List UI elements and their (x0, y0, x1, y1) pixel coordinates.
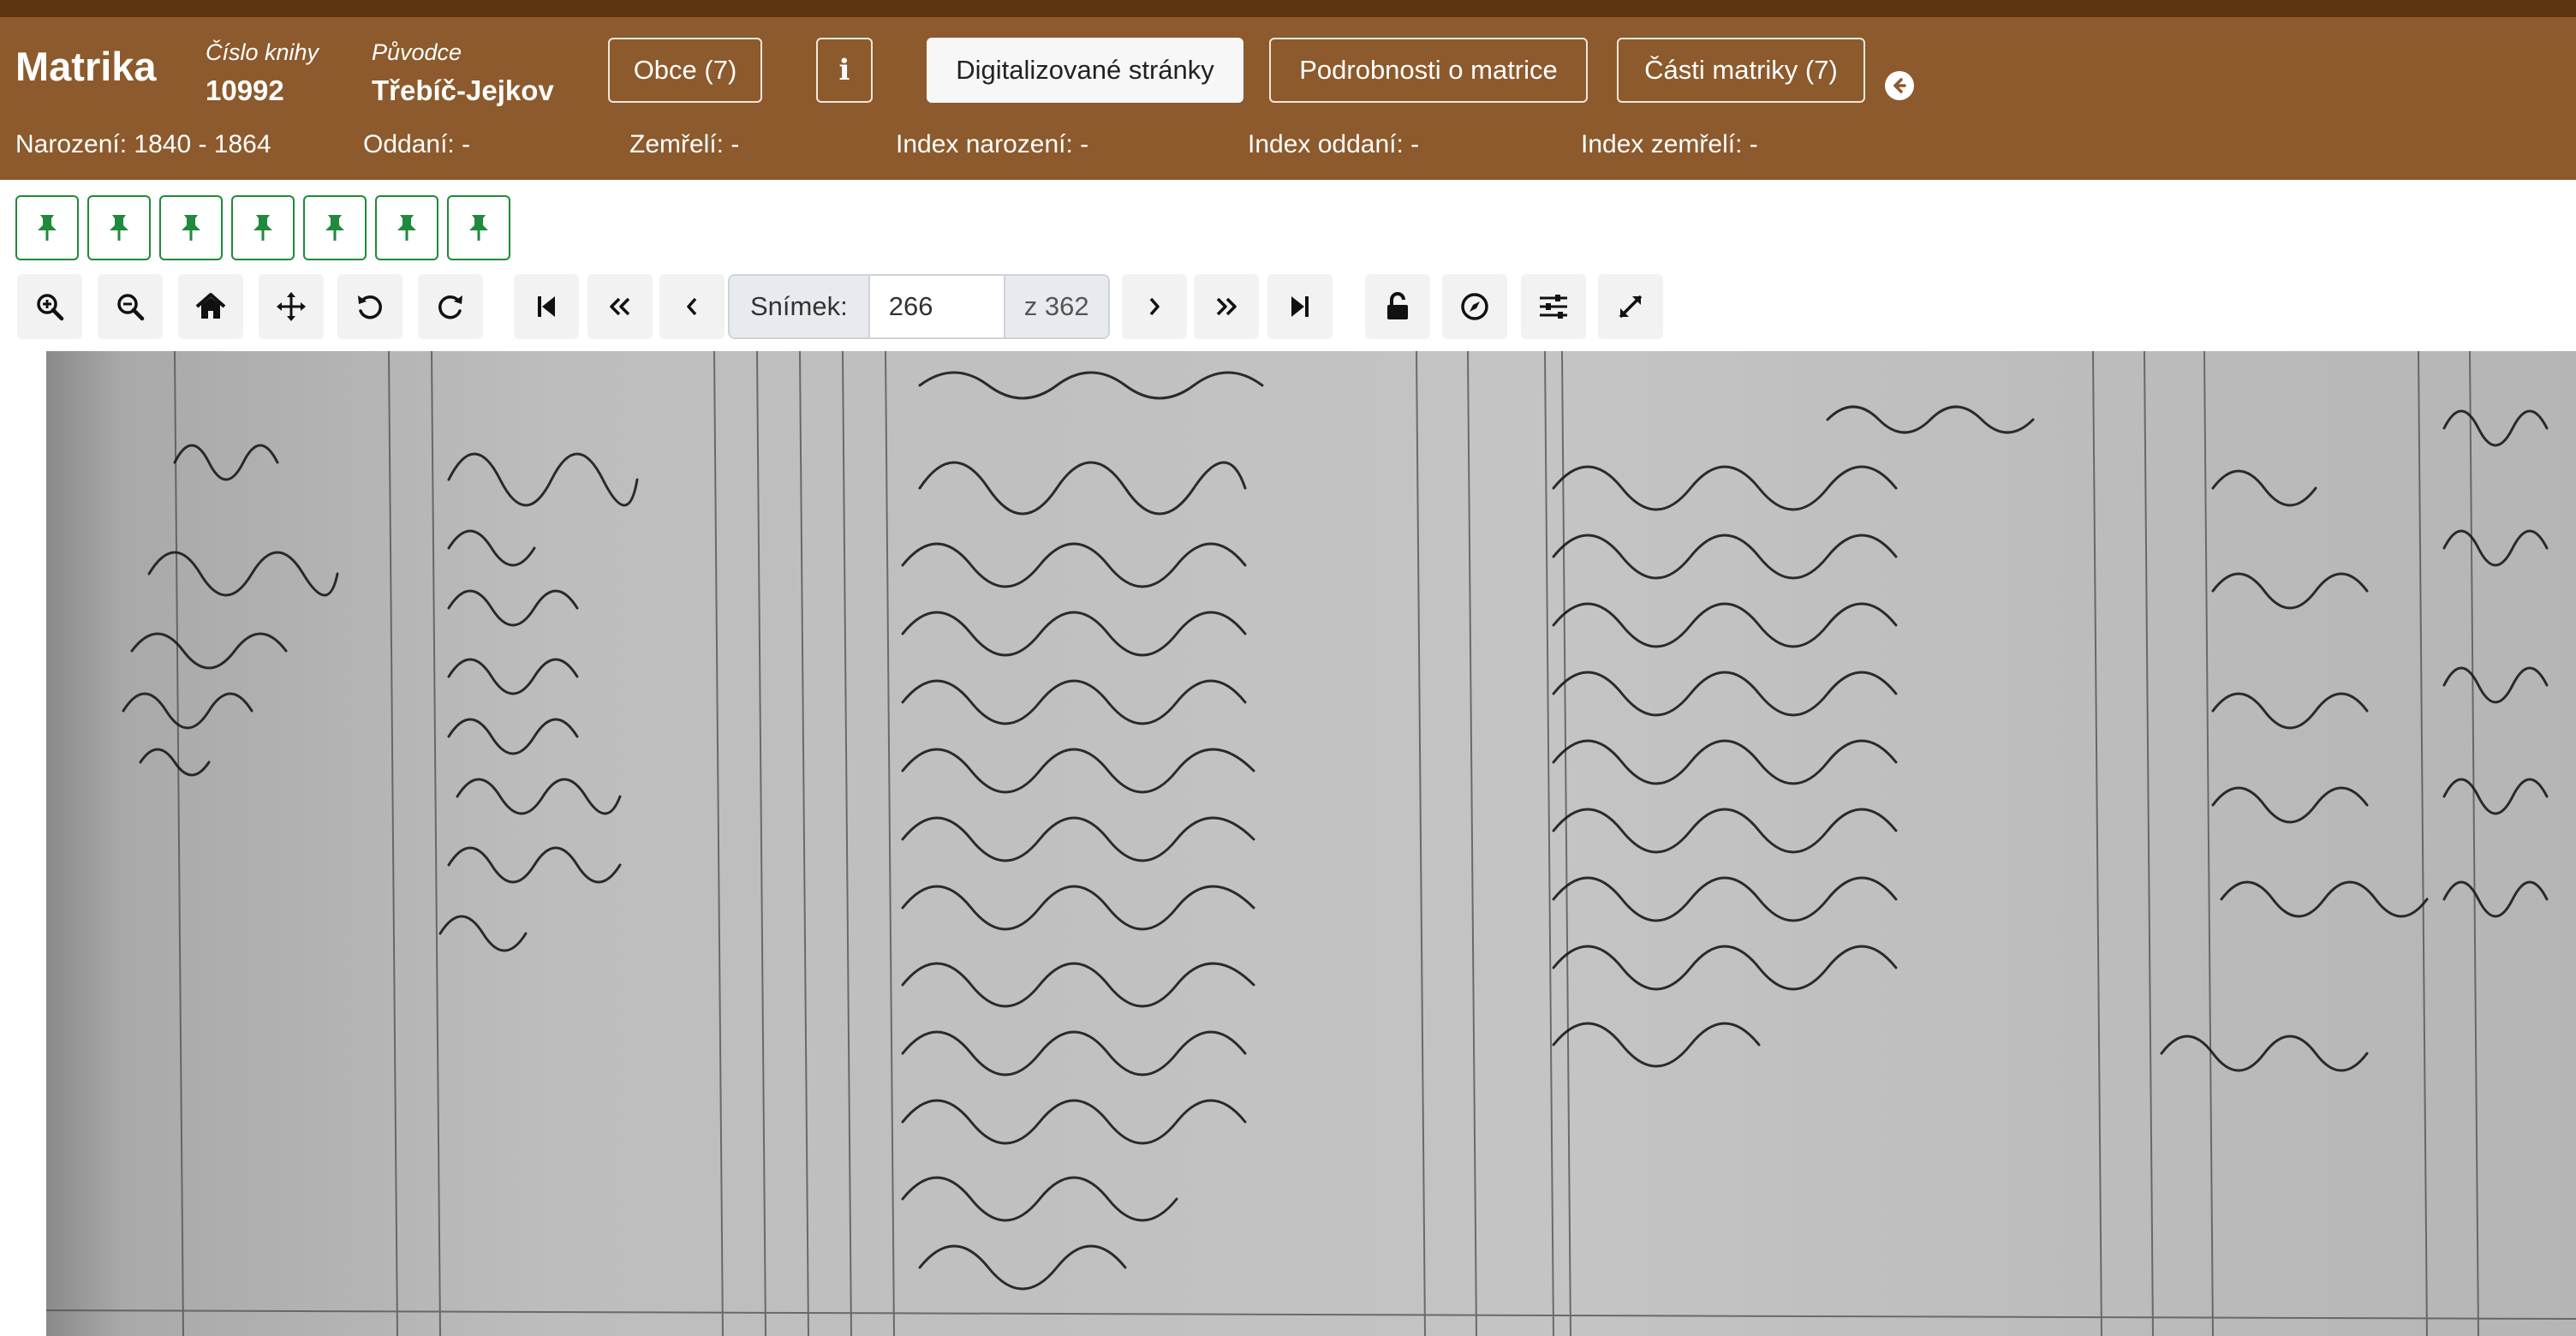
frame-label: Snímek: (730, 276, 868, 337)
frame-input[interactable] (868, 276, 1005, 337)
viewer-toolbar: Snímek: z 362 (0, 274, 2576, 339)
frame-pager: Snímek: z 362 (728, 274, 1110, 339)
prev-icon (687, 297, 697, 316)
rotate-right-button[interactable] (418, 274, 483, 339)
pin-icon (325, 215, 344, 241)
next-page-button[interactable] (1122, 274, 1187, 339)
fast-back-button[interactable] (587, 274, 653, 339)
birth-index: Index narození: - (896, 130, 1089, 158)
municipalities-button[interactable]: Obce (7) (608, 38, 762, 103)
header-bar: Matrika Číslo knihy 10992 Původce Třebíč… (0, 17, 2576, 180)
marriage-index: Index oddaní: - (1248, 130, 1420, 158)
move-button[interactable] (259, 274, 324, 339)
register-stats: Narození: 1840 - 1864 Oddaní: - Zemřelí:… (0, 130, 2576, 173)
pin-icon (397, 215, 416, 241)
compass-button[interactable] (1442, 274, 1507, 339)
fullscreen-icon (1619, 295, 1643, 319)
births-range: Narození: 1840 - 1864 (15, 130, 271, 158)
zoom-in-button[interactable] (17, 274, 82, 339)
zoom-out-button[interactable] (98, 274, 163, 339)
marriages-range: Oddaní: - (363, 130, 471, 158)
info-icon: i (838, 53, 850, 87)
sliders-icon (1540, 295, 1567, 319)
document-viewer[interactable] (46, 351, 2576, 1336)
deaths-range: Zemřelí: - (629, 130, 740, 158)
book-number-label: Číslo knihy (206, 39, 319, 65)
fast-forward-icon (1216, 297, 1237, 316)
pin-button-4[interactable] (231, 195, 295, 260)
move-icon (277, 292, 306, 321)
back-arrow-icon[interactable] (1885, 71, 1914, 100)
frame-total: z 362 (1005, 276, 1108, 337)
death-index: Index zemřelí: - (1581, 130, 1758, 158)
rotate-right-icon (438, 295, 462, 319)
zoom-out-icon (117, 294, 145, 321)
rotate-left-icon (358, 295, 382, 319)
fullscreen-button[interactable] (1598, 274, 1663, 339)
adjust-button[interactable] (1521, 274, 1586, 339)
prev-page-button[interactable] (659, 274, 724, 339)
fast-back-icon (610, 297, 630, 316)
next-icon (1149, 297, 1160, 316)
last-page-icon (1291, 296, 1309, 317)
rotate-left-button[interactable] (337, 274, 402, 339)
top-strip (0, 0, 2576, 17)
register-parts-button[interactable]: Části matriky (7) (1617, 38, 1865, 103)
lock-icon (1387, 292, 1408, 319)
pin-button-7[interactable] (447, 195, 510, 260)
last-page-button[interactable] (1267, 274, 1333, 339)
pin-icon (253, 215, 272, 241)
pin-button-2[interactable] (87, 195, 151, 260)
info-button[interactable]: i (816, 38, 873, 103)
home-button[interactable] (178, 274, 243, 339)
origin-label: Původce (372, 39, 462, 65)
pin-icon (469, 215, 488, 241)
book-number-block: Číslo knihy 10992 (206, 39, 319, 107)
lock-button[interactable] (1365, 274, 1430, 339)
home-icon (195, 293, 226, 319)
first-page-button[interactable] (514, 274, 579, 339)
origin-value: Třebíč-Jejkov (372, 75, 554, 106)
pin-icon (110, 215, 128, 241)
pin-button-6[interactable] (375, 195, 438, 260)
origin-block: Původce Třebíč-Jejkov (372, 39, 554, 107)
zoom-in-icon (37, 294, 64, 321)
pin-icon (182, 215, 200, 241)
fast-forward-button[interactable] (1194, 274, 1259, 339)
digitized-pages-button[interactable]: Digitalizované stránky (927, 38, 1243, 103)
compass-icon (1461, 293, 1488, 320)
app-title: Matrika (15, 44, 157, 89)
book-number-value: 10992 (206, 75, 284, 106)
pin-button-3[interactable] (159, 195, 223, 260)
pin-icon (38, 215, 57, 241)
pin-button-1[interactable] (15, 195, 79, 260)
register-details-button[interactable]: Podrobnosti o matrice (1269, 38, 1588, 103)
pin-button-5[interactable] (303, 195, 367, 260)
first-page-icon (538, 296, 555, 317)
scanned-register-page (46, 351, 2576, 1336)
